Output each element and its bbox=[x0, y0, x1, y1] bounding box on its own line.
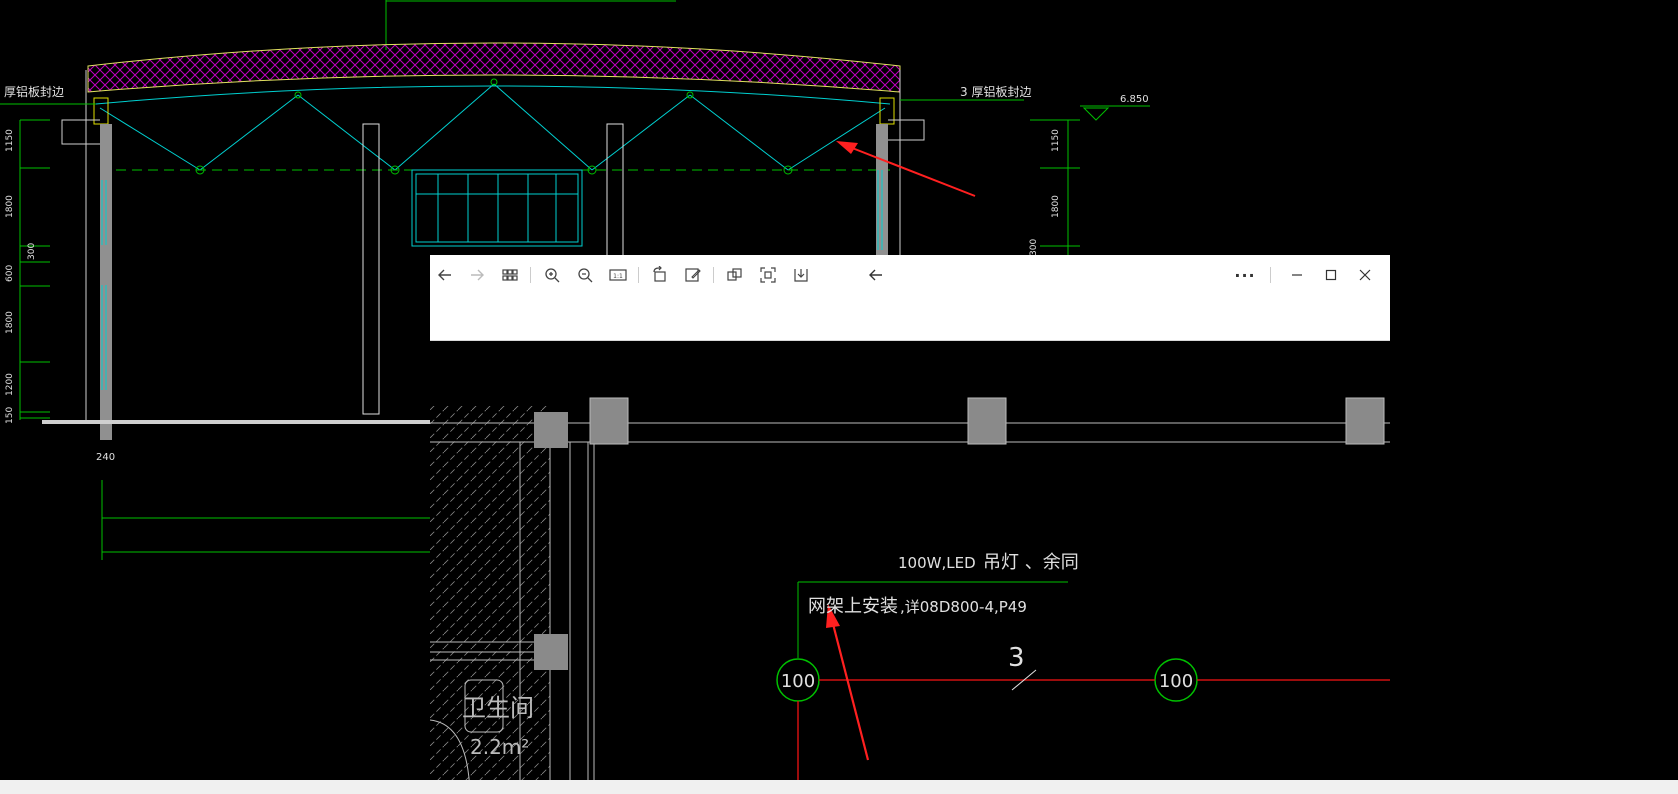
zoom-in-button[interactable] bbox=[538, 262, 566, 288]
crop-icon bbox=[727, 268, 742, 281]
left-dim-2: 1800 bbox=[5, 195, 15, 218]
zoom-in-icon bbox=[545, 268, 560, 283]
right-edge-label: 3 厚铝板封边 bbox=[960, 84, 1031, 99]
zoom-out-icon bbox=[578, 268, 593, 283]
more-icon: ··· bbox=[1234, 265, 1256, 285]
toolbar-separator bbox=[1270, 267, 1271, 283]
room-name-text: 卫生间 bbox=[462, 694, 534, 722]
crop-button[interactable] bbox=[721, 262, 749, 288]
install-note-text: 网架上安装 bbox=[808, 596, 898, 617]
left-dim-1: 1150 bbox=[5, 129, 15, 152]
toolbar-separator bbox=[713, 267, 714, 283]
circuit-number-text: 3 bbox=[1008, 643, 1025, 673]
back-button-2[interactable] bbox=[431, 262, 459, 288]
left-dim-7: 150 bbox=[5, 407, 15, 424]
toolbar-separator bbox=[530, 267, 531, 283]
fixture-left-label: 100 bbox=[781, 671, 815, 692]
elevation-label: 6.850 bbox=[1120, 94, 1149, 105]
left-dim-3: 300 bbox=[27, 243, 37, 260]
right-dim-3: 300 bbox=[1029, 239, 1039, 256]
thumbnails-button[interactable] bbox=[496, 262, 524, 288]
arrow-left-icon bbox=[438, 269, 451, 281]
close-button[interactable] bbox=[1348, 262, 1382, 288]
thumbnails-icon bbox=[502, 269, 518, 281]
save-icon bbox=[794, 269, 808, 282]
rotate-icon bbox=[653, 266, 666, 282]
back-button[interactable] bbox=[862, 262, 890, 288]
edit-icon bbox=[685, 268, 701, 282]
forward-button[interactable] bbox=[463, 262, 491, 288]
actual-size-button[interactable]: 1:1 bbox=[604, 262, 632, 288]
save-button[interactable] bbox=[787, 262, 815, 288]
more-button[interactable]: ··· bbox=[1228, 262, 1262, 288]
rotate-button[interactable] bbox=[646, 262, 674, 288]
close-icon bbox=[1359, 269, 1371, 281]
left-dim-5: 1800 bbox=[5, 311, 15, 334]
taskbar-strip bbox=[0, 780, 1678, 794]
lamp-spec-text: 100W,LED bbox=[898, 554, 976, 572]
arrow-left-icon bbox=[869, 269, 882, 281]
right-dim-2: 1800 bbox=[1051, 195, 1061, 218]
fit-screen-icon bbox=[760, 267, 776, 283]
left-edge-label: 厚铝板封边 bbox=[4, 84, 64, 99]
maximize-button[interactable] bbox=[1314, 262, 1348, 288]
lamp-type-text: 吊灯 、余同 bbox=[983, 552, 1079, 573]
install-ref-text: ,详08D800-4,P49 bbox=[900, 598, 1027, 616]
minimize-button[interactable] bbox=[1280, 262, 1314, 288]
maximize-icon bbox=[1325, 269, 1337, 281]
right-dim-1: 1150 bbox=[1051, 129, 1061, 152]
left-dim-4: 600 bbox=[5, 265, 15, 282]
room-area-text: 2.2m² bbox=[470, 735, 529, 759]
arrow-right-icon bbox=[471, 269, 484, 281]
bottom-dim-label: 240 bbox=[96, 452, 115, 463]
image-viewer-window: 1:1 ··· 100W,LED 吊灯 、余同 网架上安装 ,详08D800-4… bbox=[430, 255, 1390, 794]
viewed-cad-image: 100W,LED 吊灯 、余同 网架上安装 ,详08D800-4,P49 3 1… bbox=[430, 397, 1390, 794]
actual-size-icon: 1:1 bbox=[609, 269, 627, 281]
toolbar-separator bbox=[638, 267, 639, 283]
zoom-out-button[interactable] bbox=[571, 262, 599, 288]
fixture-right-label: 100 bbox=[1159, 671, 1193, 692]
fit-screen-button[interactable] bbox=[754, 262, 782, 288]
left-dim-6: 1200 bbox=[5, 373, 15, 396]
edit-button[interactable] bbox=[679, 262, 707, 288]
svg-text:1:1: 1:1 bbox=[613, 273, 623, 280]
minimize-icon bbox=[1292, 274, 1302, 276]
